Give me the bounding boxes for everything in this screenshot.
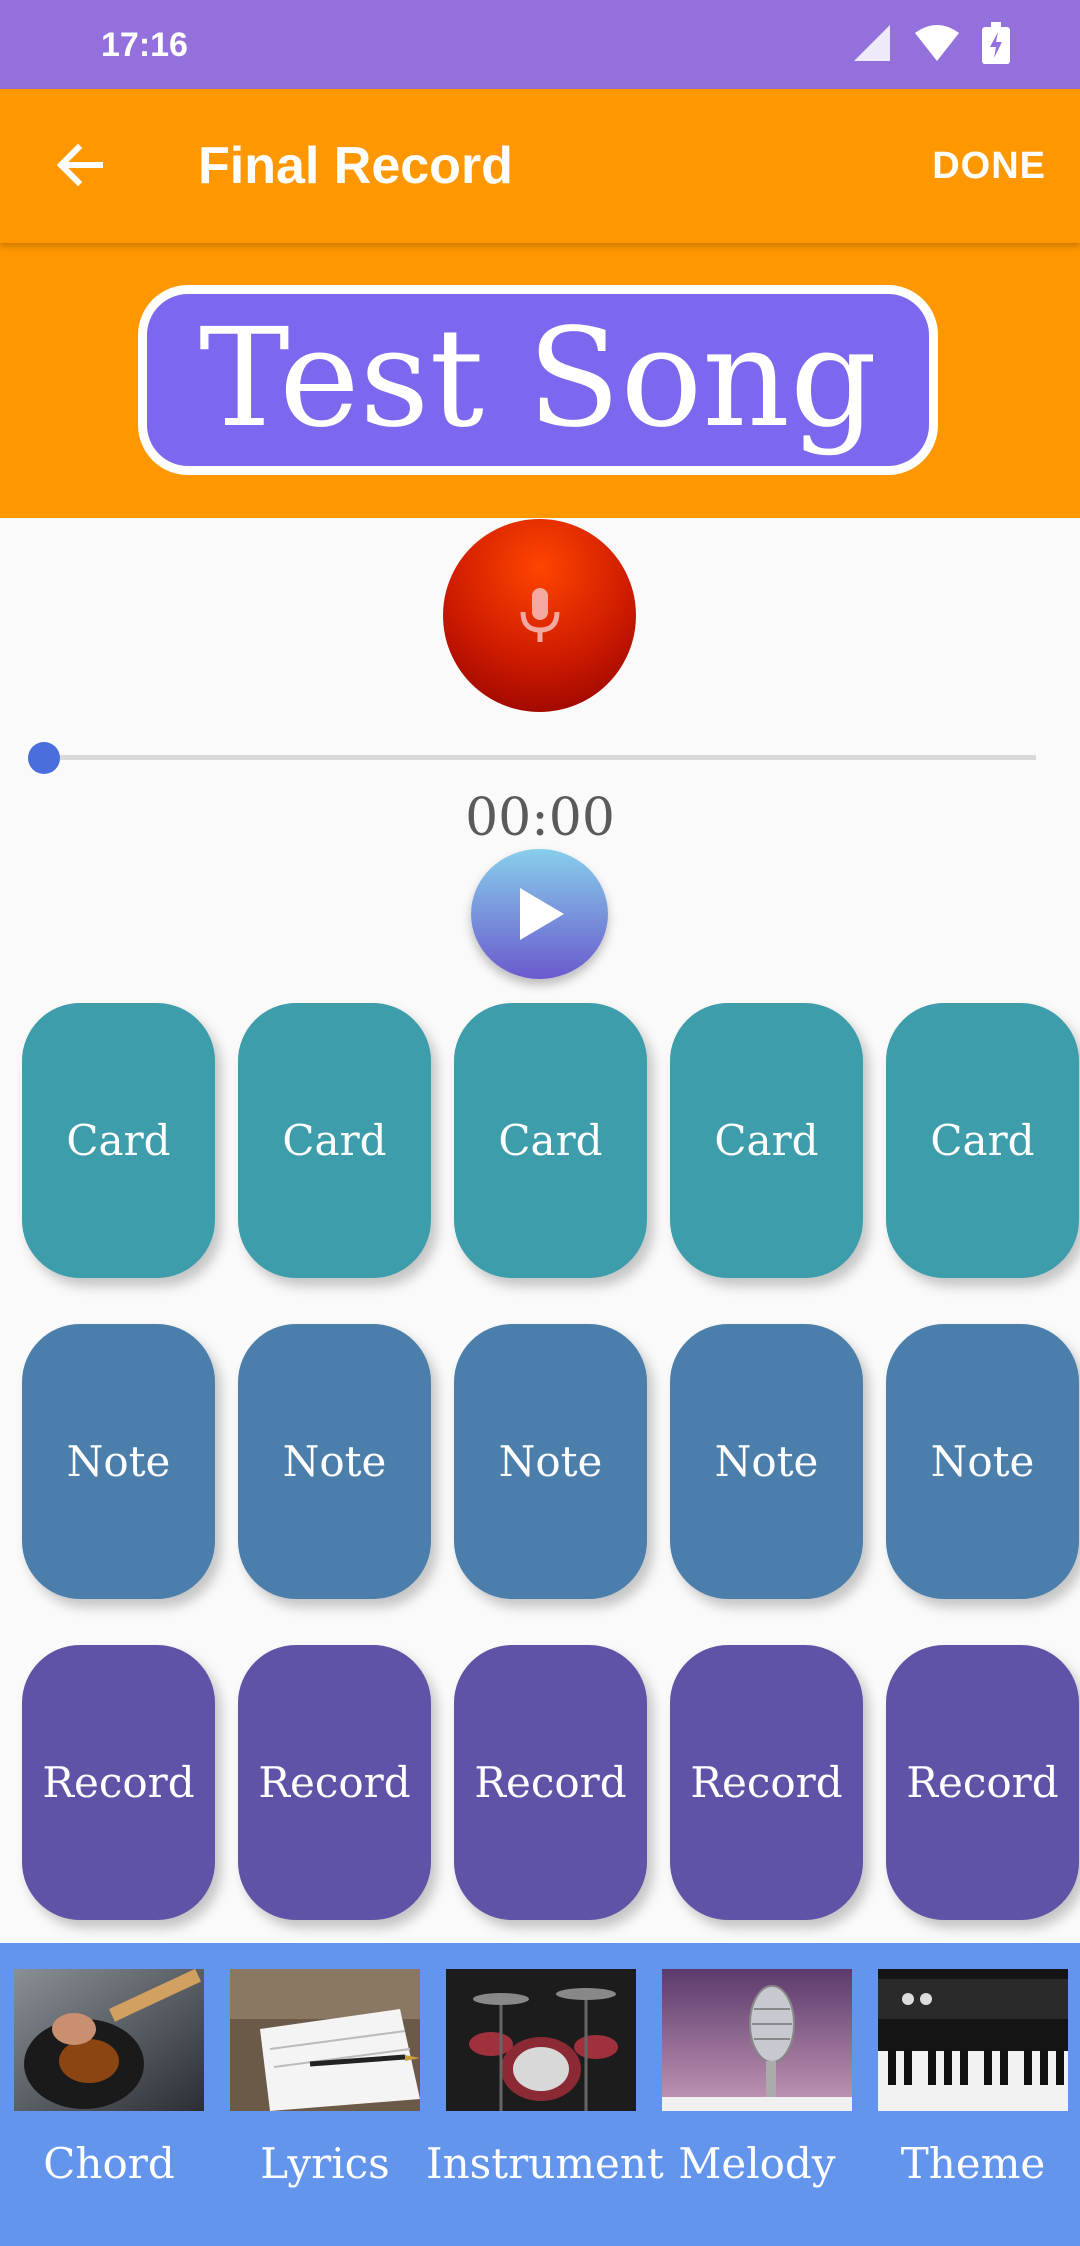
- play-button[interactable]: [471, 849, 608, 979]
- seek-thumb[interactable]: [28, 742, 60, 774]
- status-time: 17:16: [101, 26, 188, 64]
- back-arrow-icon[interactable]: [50, 135, 110, 195]
- tab-label: Lyrics: [260, 2139, 390, 2188]
- status-icons: [852, 22, 1010, 64]
- tab-melody[interactable]: Melody: [662, 1969, 852, 2188]
- song-header: Test Song: [0, 243, 1080, 518]
- battery-icon: [982, 22, 1010, 64]
- tab-chord[interactable]: Chord: [14, 1969, 204, 2188]
- play-icon: [519, 888, 564, 940]
- notebook-image: [230, 1969, 420, 2111]
- tab-theme[interactable]: Theme: [878, 1969, 1068, 2188]
- signal-icon: [854, 25, 890, 61]
- card-tile[interactable]: Card: [22, 1003, 215, 1278]
- record-tile[interactable]: Record: [454, 1645, 647, 1920]
- tab-label: Instrument: [426, 2139, 664, 2188]
- tab-label: Chord: [43, 2139, 175, 2188]
- seek-bar[interactable]: [44, 755, 1036, 760]
- playback-time: 00:00: [465, 788, 615, 848]
- wifi-icon: [915, 25, 959, 61]
- done-button[interactable]: DONE: [932, 145, 1046, 188]
- note-tile[interactable]: Note: [22, 1324, 215, 1599]
- note-tile[interactable]: Note: [238, 1324, 431, 1599]
- tab-label: Theme: [900, 2139, 1046, 2188]
- tab-lyrics[interactable]: Lyrics: [230, 1969, 420, 2188]
- card-tile[interactable]: Card: [670, 1003, 863, 1278]
- microphone-image: [662, 1969, 852, 2111]
- tab-instrument[interactable]: Instrument: [426, 1969, 664, 2188]
- microphone-icon: [520, 587, 559, 642]
- bottom-navigation: Chord Lyrics Instrument Melody Theme: [0, 1943, 1080, 2246]
- page-title: Final Record: [198, 137, 513, 195]
- card-tile[interactable]: Card: [454, 1003, 647, 1278]
- note-tile[interactable]: Note: [886, 1324, 1079, 1599]
- record-button[interactable]: [443, 519, 636, 712]
- card-tile[interactable]: Card: [238, 1003, 431, 1278]
- status-bar: 17:16: [0, 0, 1080, 89]
- song-title: Test Song: [138, 285, 938, 475]
- guitar-image: [14, 1969, 204, 2111]
- drum-kit-image: [446, 1969, 636, 2111]
- record-tile[interactable]: Record: [886, 1645, 1079, 1920]
- record-tile[interactable]: Record: [22, 1645, 215, 1920]
- note-tile[interactable]: Note: [454, 1324, 647, 1599]
- record-tile[interactable]: Record: [670, 1645, 863, 1920]
- card-tile[interactable]: Card: [886, 1003, 1079, 1278]
- app-bar: Final Record DONE: [0, 89, 1080, 243]
- note-tile[interactable]: Note: [670, 1324, 863, 1599]
- tab-label: Melody: [678, 2139, 836, 2188]
- piano-image: [878, 1969, 1068, 2111]
- record-tile[interactable]: Record: [238, 1645, 431, 1920]
